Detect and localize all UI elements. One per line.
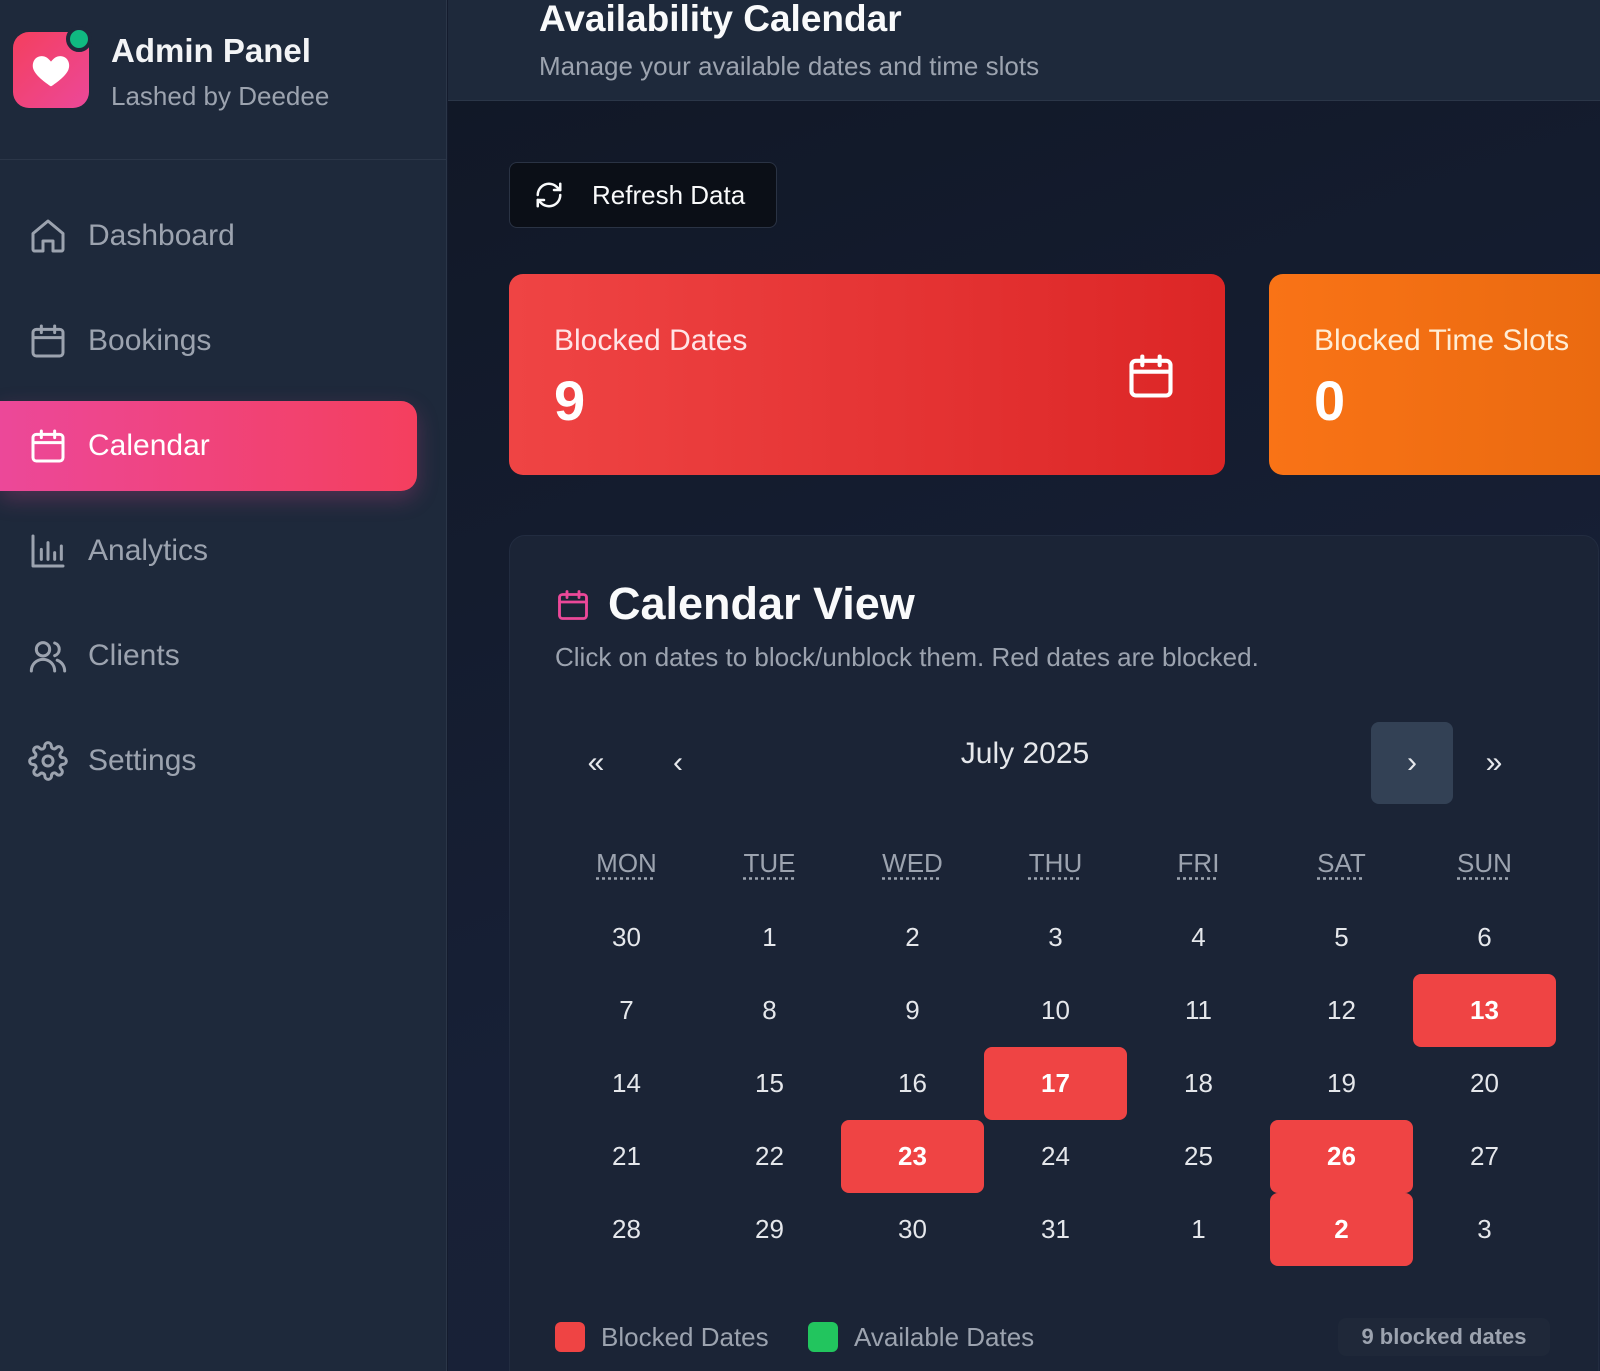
blocked-legend-swatch: [555, 1322, 585, 1352]
calendar-icon: [28, 321, 68, 361]
blocked-day-cell[interactable]: 26: [1270, 1120, 1413, 1193]
available-legend-label: Available Dates: [854, 1322, 1034, 1353]
day-cell[interactable]: 2: [841, 901, 984, 974]
day-cell[interactable]: 15: [698, 1047, 841, 1120]
weekday-sun: SUN: [1413, 848, 1556, 879]
brand-title: Admin Panel: [111, 32, 311, 70]
day-cell[interactable]: 1: [1127, 1193, 1270, 1266]
bar-chart-icon: [28, 531, 68, 571]
day-cell[interactable]: 3: [1413, 1193, 1556, 1266]
sidebar-item-label: Clients: [88, 639, 180, 673]
blocked-day-cell[interactable]: 13: [1413, 974, 1556, 1047]
day-cell[interactable]: 4: [1127, 901, 1270, 974]
calendar-title: Calendar View: [608, 578, 915, 630]
day-cell[interactable]: 16: [841, 1047, 984, 1120]
weekday-thu: THU: [984, 848, 1127, 879]
app-root: Admin Panel Lashed by Deedee Dashboard B…: [0, 0, 1600, 1371]
blocked-time-slots-card: Blocked Time Slots 0: [1269, 274, 1600, 475]
day-cell[interactable]: 5: [1270, 901, 1413, 974]
prev-year-button[interactable]: «: [555, 722, 637, 804]
weekday-mon: MON: [555, 848, 698, 879]
weekday-sat: SAT: [1270, 848, 1413, 879]
day-cell[interactable]: 27: [1413, 1120, 1556, 1193]
month-label: July 2025: [830, 737, 1220, 771]
calendar-description: Click on dates to block/unblock them. Re…: [555, 642, 1259, 673]
blocked-dates-card: Blocked Dates 9: [509, 274, 1225, 475]
day-cell[interactable]: 9: [841, 974, 984, 1047]
home-icon: [28, 216, 68, 256]
sidebar-item-label: Calendar: [88, 429, 210, 463]
day-cell[interactable]: 18: [1127, 1047, 1270, 1120]
day-cell[interactable]: 24: [984, 1120, 1127, 1193]
prev-month-button[interactable]: ‹: [637, 722, 719, 804]
brand-header: Admin Panel Lashed by Deedee: [0, 0, 446, 160]
day-cell[interactable]: 21: [555, 1120, 698, 1193]
main-content: Refresh Data Blocked Dates 9 Blocked Tim…: [448, 101, 1600, 1371]
next-year-button[interactable]: »: [1453, 722, 1535, 804]
weekday-fri: FRI: [1127, 848, 1270, 879]
sidebar-item-bookings[interactable]: Bookings: [0, 296, 417, 386]
stat-label: Blocked Dates: [554, 324, 747, 358]
next-month-button[interactable]: ›: [1371, 722, 1453, 804]
calendar-icon: [1125, 348, 1177, 404]
calendar-icon: [28, 426, 68, 466]
refresh-icon: [534, 180, 564, 210]
online-status-dot: [66, 26, 92, 52]
stat-label: Blocked Time Slots: [1314, 324, 1569, 358]
calendar-card: Calendar View Click on dates to block/un…: [509, 535, 1599, 1371]
sidebar-item-clients[interactable]: Clients: [0, 611, 417, 701]
day-cell[interactable]: 14: [555, 1047, 698, 1120]
day-cell[interactable]: 28: [555, 1193, 698, 1266]
day-cell[interactable]: 1: [698, 901, 841, 974]
day-cell[interactable]: 7: [555, 974, 698, 1047]
page-title: Availability Calendar: [539, 0, 902, 40]
weekday-wed: WED: [841, 848, 984, 879]
sidebar-item-analytics[interactable]: Analytics: [0, 506, 417, 596]
blocked-count-badge: 9 blocked dates: [1338, 1318, 1550, 1356]
page-subtitle: Manage your available dates and time slo…: [539, 51, 1039, 82]
day-cell[interactable]: 8: [698, 974, 841, 1047]
day-cell[interactable]: 25: [1127, 1120, 1270, 1193]
day-cell[interactable]: 29: [698, 1193, 841, 1266]
users-icon: [28, 636, 68, 676]
sidebar: Admin Panel Lashed by Deedee Dashboard B…: [0, 0, 447, 1371]
day-cell[interactable]: 30: [841, 1193, 984, 1266]
sidebar-item-label: Bookings: [88, 324, 211, 358]
sidebar-item-label: Analytics: [88, 534, 208, 568]
gear-icon: [28, 741, 68, 781]
day-cell[interactable]: 3: [984, 901, 1127, 974]
day-cell[interactable]: 22: [698, 1120, 841, 1193]
day-cell[interactable]: 30: [555, 901, 698, 974]
sidebar-item-calendar[interactable]: Calendar: [0, 401, 417, 491]
day-cell[interactable]: 31: [984, 1193, 1127, 1266]
heart-icon: [31, 52, 71, 88]
day-cell[interactable]: 6: [1413, 901, 1556, 974]
brand-subtitle: Lashed by Deedee: [111, 81, 329, 112]
weekday-tue: TUE: [698, 848, 841, 879]
blocked-legend-label: Blocked Dates: [601, 1322, 769, 1353]
day-cell[interactable]: 12: [1270, 974, 1413, 1047]
sidebar-item-label: Settings: [88, 744, 196, 778]
day-cell[interactable]: 19: [1270, 1047, 1413, 1120]
stat-value: 9: [554, 368, 585, 433]
sidebar-item-label: Dashboard: [88, 219, 235, 253]
stat-value: 0: [1314, 368, 1345, 433]
refresh-data-label: Refresh Data: [592, 180, 745, 211]
page-header: Availability Calendar Manage your availa…: [448, 0, 1600, 101]
day-cell[interactable]: 20: [1413, 1047, 1556, 1120]
blocked-day-cell[interactable]: 2: [1270, 1193, 1413, 1266]
sidebar-item-settings[interactable]: Settings: [0, 716, 417, 806]
blocked-day-cell[interactable]: 23: [841, 1120, 984, 1193]
available-legend-swatch: [808, 1322, 838, 1352]
blocked-day-cell[interactable]: 17: [984, 1047, 1127, 1120]
day-cell[interactable]: 10: [984, 974, 1127, 1047]
sidebar-item-dashboard[interactable]: Dashboard: [0, 191, 417, 281]
refresh-data-button[interactable]: Refresh Data: [509, 162, 777, 228]
calendar-icon: [555, 586, 591, 624]
day-cell[interactable]: 11: [1127, 974, 1270, 1047]
